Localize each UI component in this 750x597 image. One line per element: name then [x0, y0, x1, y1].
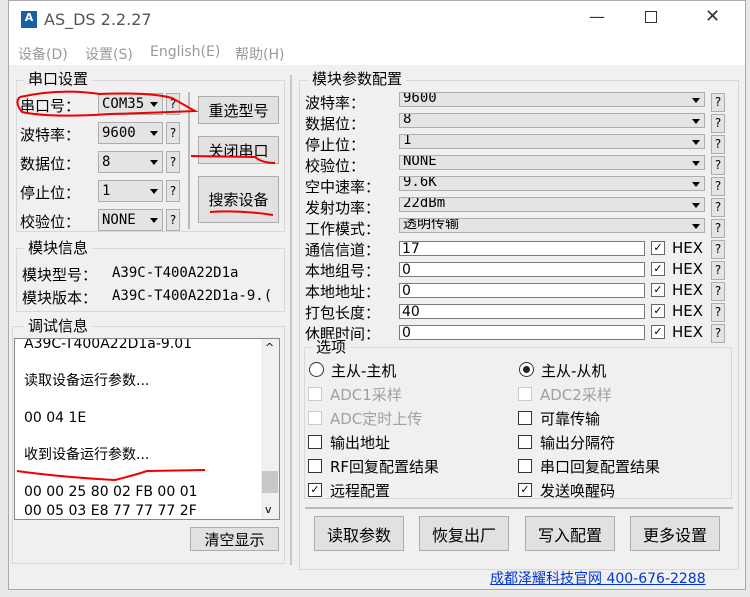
- red-annotations: [16, 90, 276, 482]
